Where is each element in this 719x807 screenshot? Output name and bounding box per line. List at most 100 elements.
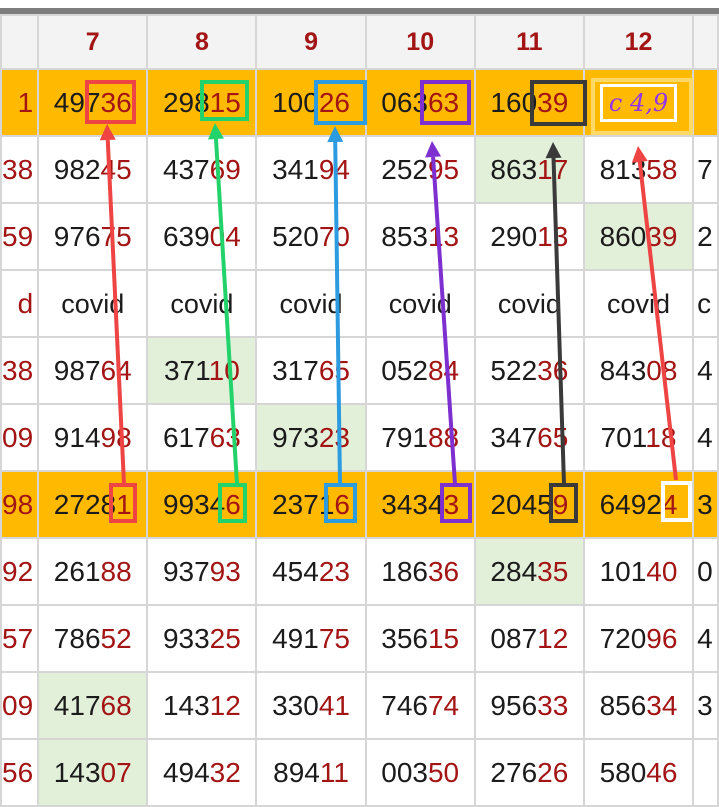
result-prefix: 341	[272, 153, 319, 185]
result-cell[interactable]: 99346	[146, 470, 258, 539]
result-cell[interactable]: 81358	[582, 135, 695, 204]
row-partial-left: 1	[0, 68, 40, 137]
result-cell[interactable]: 61763	[146, 403, 258, 472]
covid-cell[interactable]: covid	[364, 269, 476, 338]
result-suffix: 93	[209, 555, 241, 587]
result-cell[interactable]: 27626	[473, 738, 585, 807]
result-cell[interactable]: 45423	[255, 537, 367, 606]
result-cell[interactable]: 86039	[582, 202, 695, 271]
result-prefix: 520	[272, 220, 319, 252]
result-cell[interactable]: 26188	[37, 537, 149, 606]
result-cell[interactable]: 43769	[146, 135, 258, 204]
result-suffix: 17	[537, 153, 569, 185]
result-suffix: 96	[646, 622, 678, 654]
result-cell[interactable]: 70118	[582, 403, 695, 472]
result-cell[interactable]: 85634	[582, 671, 695, 740]
result-suffix: 18	[645, 421, 677, 453]
result-prefix: 491	[272, 622, 319, 654]
result-cell[interactable]: 63904	[146, 202, 258, 271]
result-suffix: 94	[318, 153, 350, 185]
result-cell[interactable]: 18636	[364, 537, 476, 606]
result-prefix: 2045	[490, 488, 553, 520]
covid-cell[interactable]: covid	[255, 269, 367, 338]
covid-cell[interactable]: covid	[146, 269, 258, 338]
result-cell[interactable]: 49432	[146, 738, 258, 807]
covid-label: covid	[497, 288, 561, 319]
result-cell[interactable]: 49175	[255, 604, 367, 673]
result-cell[interactable]: 35615	[364, 604, 476, 673]
result-cell[interactable]: 97323	[255, 403, 367, 472]
header-col-11[interactable]: 11	[473, 14, 585, 70]
result-cell[interactable]: 84308	[582, 336, 695, 405]
result-cell[interactable]: 58046	[582, 738, 695, 807]
result-cell[interactable]: 28435	[473, 537, 585, 606]
result-cell[interactable]: 29013	[473, 202, 585, 271]
result-suffix: 46	[646, 756, 678, 788]
result-cell[interactable]: 10026	[255, 68, 367, 137]
header-col-9[interactable]: 9	[255, 14, 367, 70]
result-cell[interactable]: 14312	[146, 671, 258, 740]
result-cell[interactable]: 10140	[582, 537, 695, 606]
result-suffix: 6	[334, 488, 350, 520]
result-cell[interactable]: 52070	[255, 202, 367, 271]
result-cell[interactable]: 33041	[255, 671, 367, 740]
result-cell[interactable]: 95633	[473, 671, 585, 740]
result-cell[interactable]: 85313	[364, 202, 476, 271]
result-cell[interactable]: 16039	[473, 68, 585, 137]
result-cell[interactable]: 78652	[37, 604, 149, 673]
result-cell[interactable]: 74674	[364, 671, 476, 740]
result-cell[interactable]: 91498	[37, 403, 149, 472]
result-cell[interactable]: 93793	[146, 537, 258, 606]
header-col-10[interactable]: 10	[364, 14, 476, 70]
result-cell[interactable]: 64924	[582, 470, 695, 539]
result-cell[interactable]: 14307	[37, 738, 149, 807]
row-partial-left: 09	[0, 671, 40, 740]
row-partial-right: 3	[692, 671, 719, 740]
result-cell[interactable]: 25295	[364, 135, 476, 204]
result-cell[interactable]: 89411	[255, 738, 367, 807]
result-cell[interactable]: 00350	[364, 738, 476, 807]
result-cell[interactable]: 79188	[364, 403, 476, 472]
covid-cell[interactable]: covid	[37, 269, 149, 338]
covid-cell[interactable]: covid	[582, 269, 695, 338]
result-cell[interactable]: 23716	[255, 470, 367, 539]
result-suffix: 35	[537, 555, 569, 587]
result-cell[interactable]: 49736	[37, 68, 149, 137]
result-cell[interactable]: 93325	[146, 604, 258, 673]
result-suffix: 08	[646, 354, 678, 386]
covid-cell[interactable]: covid	[473, 269, 585, 338]
header-col-12[interactable]: 12	[582, 14, 695, 70]
result-cell[interactable]: 20459	[473, 470, 585, 539]
result-suffix: 70	[318, 220, 350, 252]
header-row: 7 8 9 10 11 12	[0, 14, 719, 70]
result-cell[interactable]: 41768	[37, 671, 149, 740]
result-cell[interactable]: 86317	[473, 135, 585, 204]
result-cell[interactable]: 98764	[37, 336, 149, 405]
result-cell[interactable]: 05284	[364, 336, 476, 405]
result-cell[interactable]: 34194	[255, 135, 367, 204]
result-suffix: 6	[225, 488, 241, 520]
result-cell[interactable]: 29815	[146, 68, 258, 137]
result-suffix: 65	[537, 421, 569, 453]
handwritten-note-cell[interactable]: c 4,9	[582, 68, 695, 137]
result-cell[interactable]: 31765	[255, 336, 367, 405]
header-col-8[interactable]: 8	[146, 14, 258, 70]
result-prefix: 497	[53, 86, 101, 118]
result-suffix: 64	[100, 354, 132, 386]
result-suffix: 26	[537, 756, 569, 788]
result-suffix: 45	[100, 153, 132, 185]
result-cell[interactable]: 34765	[473, 403, 585, 472]
result-cell[interactable]: 98245	[37, 135, 149, 204]
result-cell[interactable]: 27281	[37, 470, 149, 539]
result-cell[interactable]: 34343	[364, 470, 476, 539]
result-suffix: 23	[318, 555, 350, 587]
result-cell[interactable]: 52236	[473, 336, 585, 405]
header-col-7[interactable]: 7	[37, 14, 149, 70]
result-prefix: 973	[272, 421, 319, 453]
result-cell[interactable]: 08712	[473, 604, 585, 673]
table-row: 09 91498 61763 97323 79188 34765 70118 4	[0, 403, 719, 472]
result-cell[interactable]: 72096	[582, 604, 695, 673]
result-cell[interactable]: 37110	[146, 336, 258, 405]
result-cell[interactable]: 97675	[37, 202, 149, 271]
result-cell[interactable]: 06363	[364, 68, 476, 137]
